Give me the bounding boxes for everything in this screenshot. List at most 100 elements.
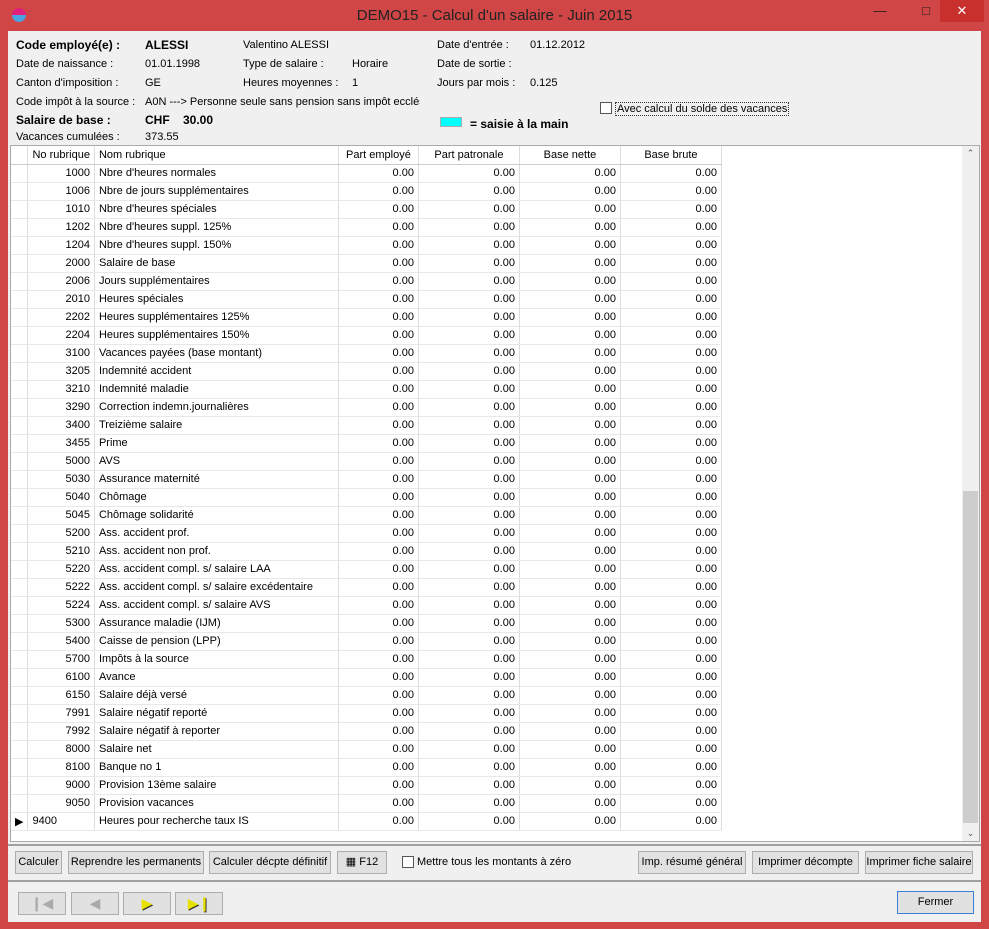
- gross-base[interactable]: 0.00: [620, 362, 722, 381]
- table-row[interactable]: 6150 Salaire déjà versé 0.00 0.00 0.00 0.00: [11, 686, 722, 705]
- net-base[interactable]: 0.00: [519, 452, 621, 471]
- table-row[interactable]: 5700 Impôts à la source 0.00 0.00 0.00 0.00: [11, 650, 722, 669]
- net-base[interactable]: 0.00: [519, 686, 621, 705]
- net-base[interactable]: 0.00: [519, 776, 621, 795]
- table-row[interactable]: 6100 Avance 0.00 0.00 0.00 0.00: [11, 668, 722, 687]
- table-row[interactable]: 5220 Ass. accident compl. s/ salaire LAA 0…: [11, 560, 722, 579]
- gross-base[interactable]: 0.00: [620, 650, 722, 669]
- row-indicator[interactable]: [11, 704, 29, 723]
- employer-share[interactable]: 0.00: [418, 272, 520, 291]
- net-base[interactable]: 0.00: [519, 308, 621, 327]
- col-net[interactable]: Base nette: [519, 146, 621, 165]
- row-indicator[interactable]: [11, 254, 29, 273]
- reload-permanents-button[interactable]: Reprendre les permanents: [68, 851, 204, 874]
- gross-base[interactable]: 0.00: [620, 704, 722, 723]
- employee-share[interactable]: 0.00: [338, 650, 419, 669]
- row-indicator[interactable]: [11, 416, 29, 435]
- table-row[interactable]: 3100 Vacances payées (base montant) 0.00 0.…: [11, 344, 722, 363]
- employee-share[interactable]: 0.00: [338, 704, 419, 723]
- table-row[interactable]: 1000 Nbre d'heures normales 0.00 0.00 0.00 0.…: [11, 164, 722, 183]
- net-base[interactable]: 0.00: [519, 164, 621, 183]
- net-base[interactable]: 0.00: [519, 362, 621, 381]
- employee-share[interactable]: 0.00: [338, 416, 419, 435]
- employee-share[interactable]: 0.00: [338, 506, 419, 525]
- employee-share[interactable]: 0.00: [338, 218, 419, 237]
- gross-base[interactable]: 0.00: [620, 578, 722, 597]
- employer-share[interactable]: 0.00: [418, 542, 520, 561]
- employer-share[interactable]: 0.00: [418, 218, 520, 237]
- gross-base[interactable]: 0.00: [620, 200, 722, 219]
- calculator-f12-button[interactable]: ▦ F12: [337, 851, 387, 874]
- maximize-button[interactable]: □: [911, 0, 941, 22]
- gross-base[interactable]: 0.00: [620, 542, 722, 561]
- net-base[interactable]: 0.00: [519, 632, 621, 651]
- gross-base[interactable]: 0.00: [620, 506, 722, 525]
- gross-base[interactable]: 0.00: [620, 722, 722, 741]
- table-row[interactable]: 9050 Provision vacances 0.00 0.00 0.00 0.00: [11, 794, 722, 813]
- employer-share[interactable]: 0.00: [418, 182, 520, 201]
- col-name[interactable]: Nom rubrique: [94, 146, 339, 165]
- first-record-button[interactable]: ❙◀: [18, 892, 66, 915]
- employer-share[interactable]: 0.00: [418, 650, 520, 669]
- net-base[interactable]: 0.00: [519, 290, 621, 309]
- employer-share[interactable]: 0.00: [418, 506, 520, 525]
- employee-share[interactable]: 0.00: [338, 236, 419, 255]
- table-row[interactable]: 5200 Ass. accident prof. 0.00 0.00 0.00 0.00: [11, 524, 722, 543]
- table-row[interactable]: 2010 Heures spéciales 0.00 0.00 0.00 0.00: [11, 290, 722, 309]
- scroll-thumb[interactable]: [963, 491, 978, 823]
- row-indicator[interactable]: [11, 290, 29, 309]
- table-row[interactable]: 9000 Provision 13ème salaire 0.00 0.00 0.00 0…: [11, 776, 722, 795]
- row-indicator[interactable]: [11, 722, 29, 741]
- row-indicator[interactable]: [11, 542, 29, 561]
- row-indicator[interactable]: [11, 740, 29, 759]
- gross-base[interactable]: 0.00: [620, 614, 722, 633]
- employer-share[interactable]: 0.00: [418, 560, 520, 579]
- gross-base[interactable]: 0.00: [620, 560, 722, 579]
- employer-share[interactable]: 0.00: [418, 470, 520, 489]
- close-window-button[interactable]: Fermer: [897, 891, 974, 914]
- employer-share[interactable]: 0.00: [418, 236, 520, 255]
- employee-share[interactable]: 0.00: [338, 578, 419, 597]
- gross-base[interactable]: 0.00: [620, 524, 722, 543]
- net-base[interactable]: 0.00: [519, 506, 621, 525]
- employee-share[interactable]: 0.00: [338, 344, 419, 363]
- employee-share[interactable]: 0.00: [338, 326, 419, 345]
- net-base[interactable]: 0.00: [519, 794, 621, 813]
- gross-base[interactable]: 0.00: [620, 632, 722, 651]
- net-base[interactable]: 0.00: [519, 578, 621, 597]
- table-row[interactable]: 2000 Salaire de base 0.00 0.00 0.00 0.00: [11, 254, 722, 273]
- row-indicator[interactable]: [11, 380, 29, 399]
- gross-base[interactable]: 0.00: [620, 596, 722, 615]
- row-indicator[interactable]: [11, 182, 29, 201]
- zero-all-checkbox[interactable]: [402, 856, 414, 868]
- row-indicator[interactable]: [11, 272, 29, 291]
- net-base[interactable]: 0.00: [519, 380, 621, 399]
- row-indicator[interactable]: [11, 236, 29, 255]
- table-row[interactable]: 5222 Ass. accident compl. s/ salaire excé…: [11, 578, 722, 597]
- gross-base[interactable]: 0.00: [620, 344, 722, 363]
- employee-share[interactable]: 0.00: [338, 398, 419, 417]
- gross-base[interactable]: 0.00: [620, 668, 722, 687]
- print-summary-button[interactable]: Imp. résumé général: [638, 851, 746, 874]
- row-indicator[interactable]: [11, 596, 29, 615]
- employee-share[interactable]: 0.00: [338, 290, 419, 309]
- row-indicator[interactable]: [11, 308, 29, 327]
- table-row[interactable]: 1202 Nbre d'heures suppl. 125% 0.00 0.00 0.0…: [11, 218, 722, 237]
- row-indicator[interactable]: [11, 668, 29, 687]
- table-row[interactable]: 5040 Chômage 0.00 0.00 0.00 0.00: [11, 488, 722, 507]
- gross-base[interactable]: 0.00: [620, 416, 722, 435]
- employee-share[interactable]: 0.00: [338, 614, 419, 633]
- employer-share[interactable]: 0.00: [418, 632, 520, 651]
- employer-share[interactable]: 0.00: [418, 308, 520, 327]
- row-indicator[interactable]: [11, 794, 29, 813]
- row-indicator[interactable]: [11, 200, 29, 219]
- col-employee[interactable]: Part employé: [338, 146, 419, 165]
- table-row[interactable]: 5000 AVS 0.00 0.00 0.00 0.00: [11, 452, 722, 471]
- gross-base[interactable]: 0.00: [620, 794, 722, 813]
- gross-base[interactable]: 0.00: [620, 434, 722, 453]
- row-indicator[interactable]: [11, 524, 29, 543]
- vertical-scrollbar[interactable]: ⌃ ⌄: [962, 146, 979, 841]
- net-base[interactable]: 0.00: [519, 326, 621, 345]
- employer-share[interactable]: 0.00: [418, 668, 520, 687]
- employee-share[interactable]: 0.00: [338, 668, 419, 687]
